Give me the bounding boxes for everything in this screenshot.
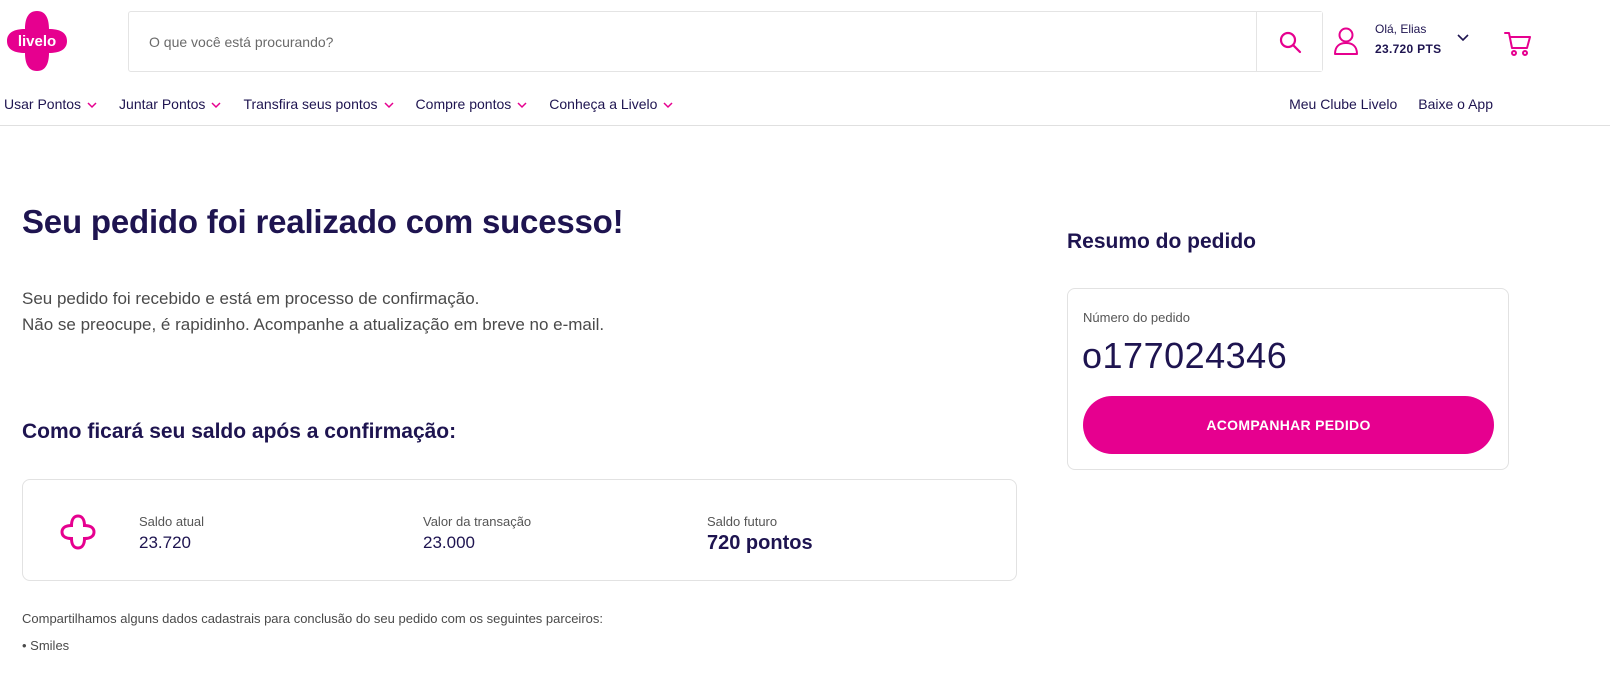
current-balance-value: 23.720 — [139, 533, 191, 552]
chevron-down-icon — [517, 102, 527, 109]
nav-item-usar-pontos[interactable]: Usar Pontos — [4, 96, 97, 112]
chevron-down-icon — [211, 102, 221, 109]
confirmation-message: Seu pedido foi recebido e está em proces… — [22, 286, 604, 338]
nav-item-compre-pontos[interactable]: Compre pontos — [416, 96, 528, 112]
data-sharing-note: Compartilhamos alguns dados cadastrais p… — [22, 611, 603, 626]
transaction-amount-value: 23.000 — [423, 533, 475, 552]
order-number-label: Número do pedido — [1083, 310, 1190, 325]
search-input[interactable] — [129, 12, 1256, 71]
svg-text:livelo: livelo — [18, 33, 56, 50]
balance-card: Saldo atual 23.720 Valor da transação 23… — [22, 479, 1017, 581]
track-order-button[interactable]: ACOMPANHAR PEDIDO — [1083, 396, 1494, 454]
current-balance-label: Saldo atual — [139, 514, 205, 529]
future-balance-label: Saldo futuro — [707, 514, 778, 529]
page-title: Seu pedido foi realizado com sucesso! — [22, 203, 624, 240]
user-greeting: Olá, Elias — [1375, 22, 1427, 36]
transaction-amount-label: Valor da transação — [423, 514, 532, 529]
transaction-amount: Valor da transação 23.000 — [423, 514, 531, 556]
balance-heading: Como ficará seu saldo após a confirmação… — [22, 420, 457, 443]
partner-list-item: • Smiles — [22, 638, 70, 653]
chevron-down-icon — [1457, 34, 1469, 42]
chevron-down-icon — [663, 102, 673, 109]
user-icon — [1334, 27, 1358, 55]
livelo-symbol-icon — [60, 514, 96, 550]
current-balance: Saldo atual 23.720 — [139, 514, 204, 556]
chevron-down-icon — [384, 102, 394, 109]
message-line: Seu pedido foi recebido e está em proces… — [22, 289, 480, 308]
livelo-logo[interactable]: livelo — [6, 10, 68, 72]
nav-link-baixe-app[interactable]: Baixe o App — [1418, 96, 1493, 112]
order-number: o177024346 — [1082, 335, 1288, 376]
message-line: Não se preocupe, é rapidinho. Acompanhe … — [22, 315, 605, 334]
cart-icon[interactable] — [1503, 28, 1533, 58]
user-points-balance: 23.720 PTS — [1375, 42, 1442, 56]
nav-link-meu-clube[interactable]: Meu Clube Livelo — [1289, 96, 1397, 112]
chevron-down-icon — [87, 102, 97, 109]
order-summary-heading: Resumo do pedido — [1067, 230, 1256, 253]
future-balance-value: 720 pontos — [707, 532, 813, 554]
nav-item-juntar-pontos[interactable]: Juntar Pontos — [119, 96, 221, 112]
search-button[interactable] — [1256, 12, 1322, 71]
future-balance: Saldo futuro 720 pontos — [707, 514, 813, 556]
search-bar — [128, 11, 1323, 72]
search-icon — [1279, 31, 1301, 53]
nav-item-transfira-pontos[interactable]: Transfira seus pontos — [243, 96, 394, 112]
nav-item-conheca-livelo[interactable]: Conheça a Livelo — [549, 96, 673, 112]
main-navigation: Usar Pontos Juntar Pontos Transfira seus… — [0, 86, 1610, 126]
order-summary-card: Número do pedido o177024346 ACOMPANHAR P… — [1067, 288, 1509, 470]
user-account-menu[interactable]: Olá, Elias 23.720 PTS — [1333, 20, 1469, 60]
